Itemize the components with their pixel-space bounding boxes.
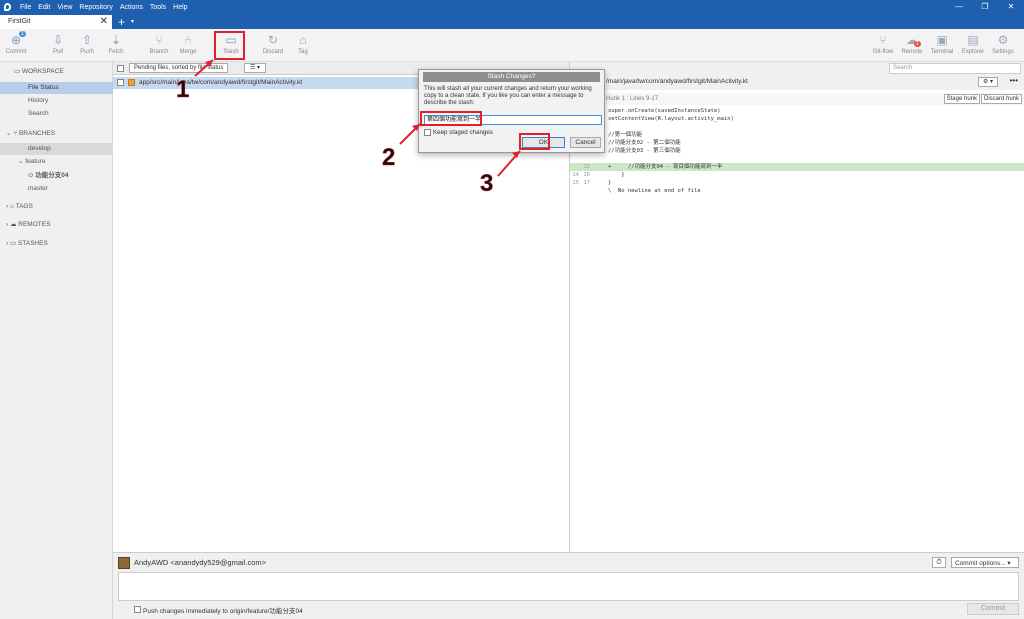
annotation-number-3: 3 (480, 170, 494, 198)
annotation-number-1: 1 (176, 76, 190, 104)
annotation-number-2: 2 (382, 144, 396, 172)
annotation-arrows (194, 59, 521, 177)
